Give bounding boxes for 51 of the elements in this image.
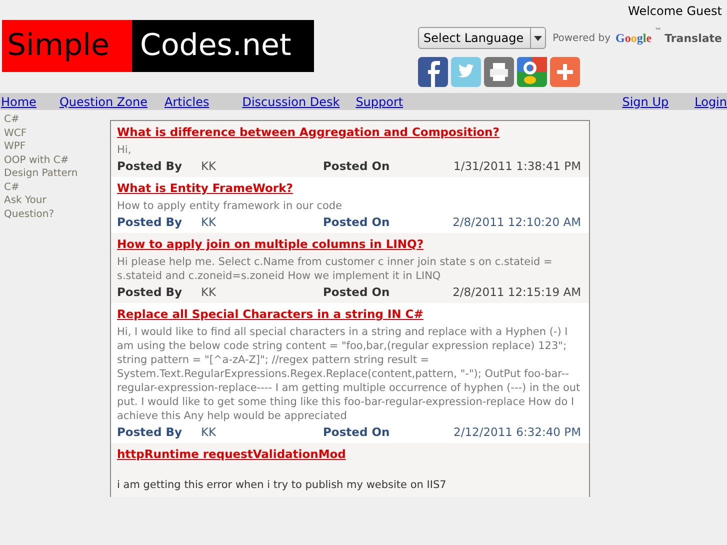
sidebar-link[interactable]: WCF: [0, 126, 84, 140]
post-title-link[interactable]: What is difference between Aggregation and Composition?: [117, 125, 581, 140]
date-text: 2/8/2011 12:15:19 AM: [452, 285, 581, 300]
post-excerpt: Hi, I would like to find all special characters in a string and replace with a Hyphen (-) I am using the below code string content = "foo,bar,(regular expression replace) 123"; string pattern = "[^a-zA-Z]"; //regex pattern string result = System.Text.RegularExpressions.Regex.Replace(content,pattern, "-"); OutPut foo-bar--regular-expression-replace---- I am getting multiple occurrence of hyphen (---) in the out put. I would like to get some thing like this foo-bar-regular-expression-replace How do I achieve this Any help would be appreciated: [117, 325, 581, 423]
facebook-icon[interactable]: [418, 57, 448, 87]
posted-on-label: Posted On: [323, 159, 391, 174]
post-excerpt: i am getting this error when i try to publish my website on IIS7: [117, 478, 448, 492]
posted-by-label: Posted By: [117, 159, 183, 174]
post-excerpt: Hi,: [117, 143, 132, 157]
powered-by-text: Powered by: [552, 32, 611, 44]
author-text: KK: [201, 159, 218, 174]
caret-icon: [530, 28, 545, 48]
sidebar-link[interactable]: C#: [0, 113, 84, 126]
author-text: KK: [201, 285, 218, 300]
post-excerpt: How to apply entity framework in our code: [117, 199, 344, 213]
nav-link[interactable]: Discussion Desk: [242, 94, 340, 108]
language-select[interactable]: Select Language: [418, 27, 546, 49]
post-excerpt: Hi please help me. Select c.Name from customer c inner join state s on c.stateid = s.stateid and c.zoneid=s.zoneid How we implement it in LINQ: [117, 255, 554, 283]
translate-text: Translate: [664, 32, 722, 44]
google-logo-text: Google: [616, 30, 652, 46]
author-text: KK: [201, 215, 218, 230]
sidebar-link[interactable]: Ask Your Question?: [0, 194, 84, 221]
posted-on-label: Posted On: [323, 425, 391, 440]
date-text: 2/12/2011 6:32:40 PM: [452, 425, 581, 440]
author-text: KK: [201, 425, 218, 440]
posted-by-label: Posted By: [117, 425, 183, 440]
posted-on-label: Posted On: [323, 215, 391, 230]
sidebar-link[interactable]: OOP with C#: [0, 154, 84, 167]
printer-icon[interactable]: [484, 57, 514, 87]
nav-link[interactable]: Login: [694, 94, 727, 108]
logo-word: Simple: [2, 20, 132, 72]
plus-icon[interactable]: [550, 57, 580, 87]
date-text: 1/31/2011 1:38:41 PM: [452, 159, 581, 174]
nav-link[interactable]: Articles: [164, 94, 210, 108]
post-title-link[interactable]: What is Entity FrameWork?: [117, 181, 581, 196]
nav-link[interactable]: Support: [356, 94, 404, 108]
post-title-link[interactable]: Replace all Special Characters in a string IN C#: [117, 307, 581, 322]
nav-link[interactable]: Home: [1, 94, 36, 108]
google-plus-icon[interactable]: [516, 57, 547, 87]
post-title-link[interactable]: How to apply join on multiple columns in LINQ?: [117, 237, 581, 252]
date-text: 2/8/2011 12:10:20 AM: [452, 215, 581, 230]
welcome-text: Welcome Guest: [628, 4, 722, 18]
sidebar-link[interactable]: Design Pattern C#: [0, 167, 84, 194]
posted-on-label: Posted On: [323, 285, 391, 300]
post-title-link[interactable]: httpRuntime requestValidationMod: [117, 447, 581, 462]
nav-link[interactable]: Sign Up: [622, 94, 669, 108]
logo-word: Codes.net: [132, 20, 314, 72]
nav-link[interactable]: Question Zone: [59, 94, 148, 108]
sidebar-link[interactable]: WPF: [0, 140, 84, 154]
posted-by-label: Posted By: [117, 215, 183, 230]
posted-by-label: Posted By: [117, 285, 183, 300]
